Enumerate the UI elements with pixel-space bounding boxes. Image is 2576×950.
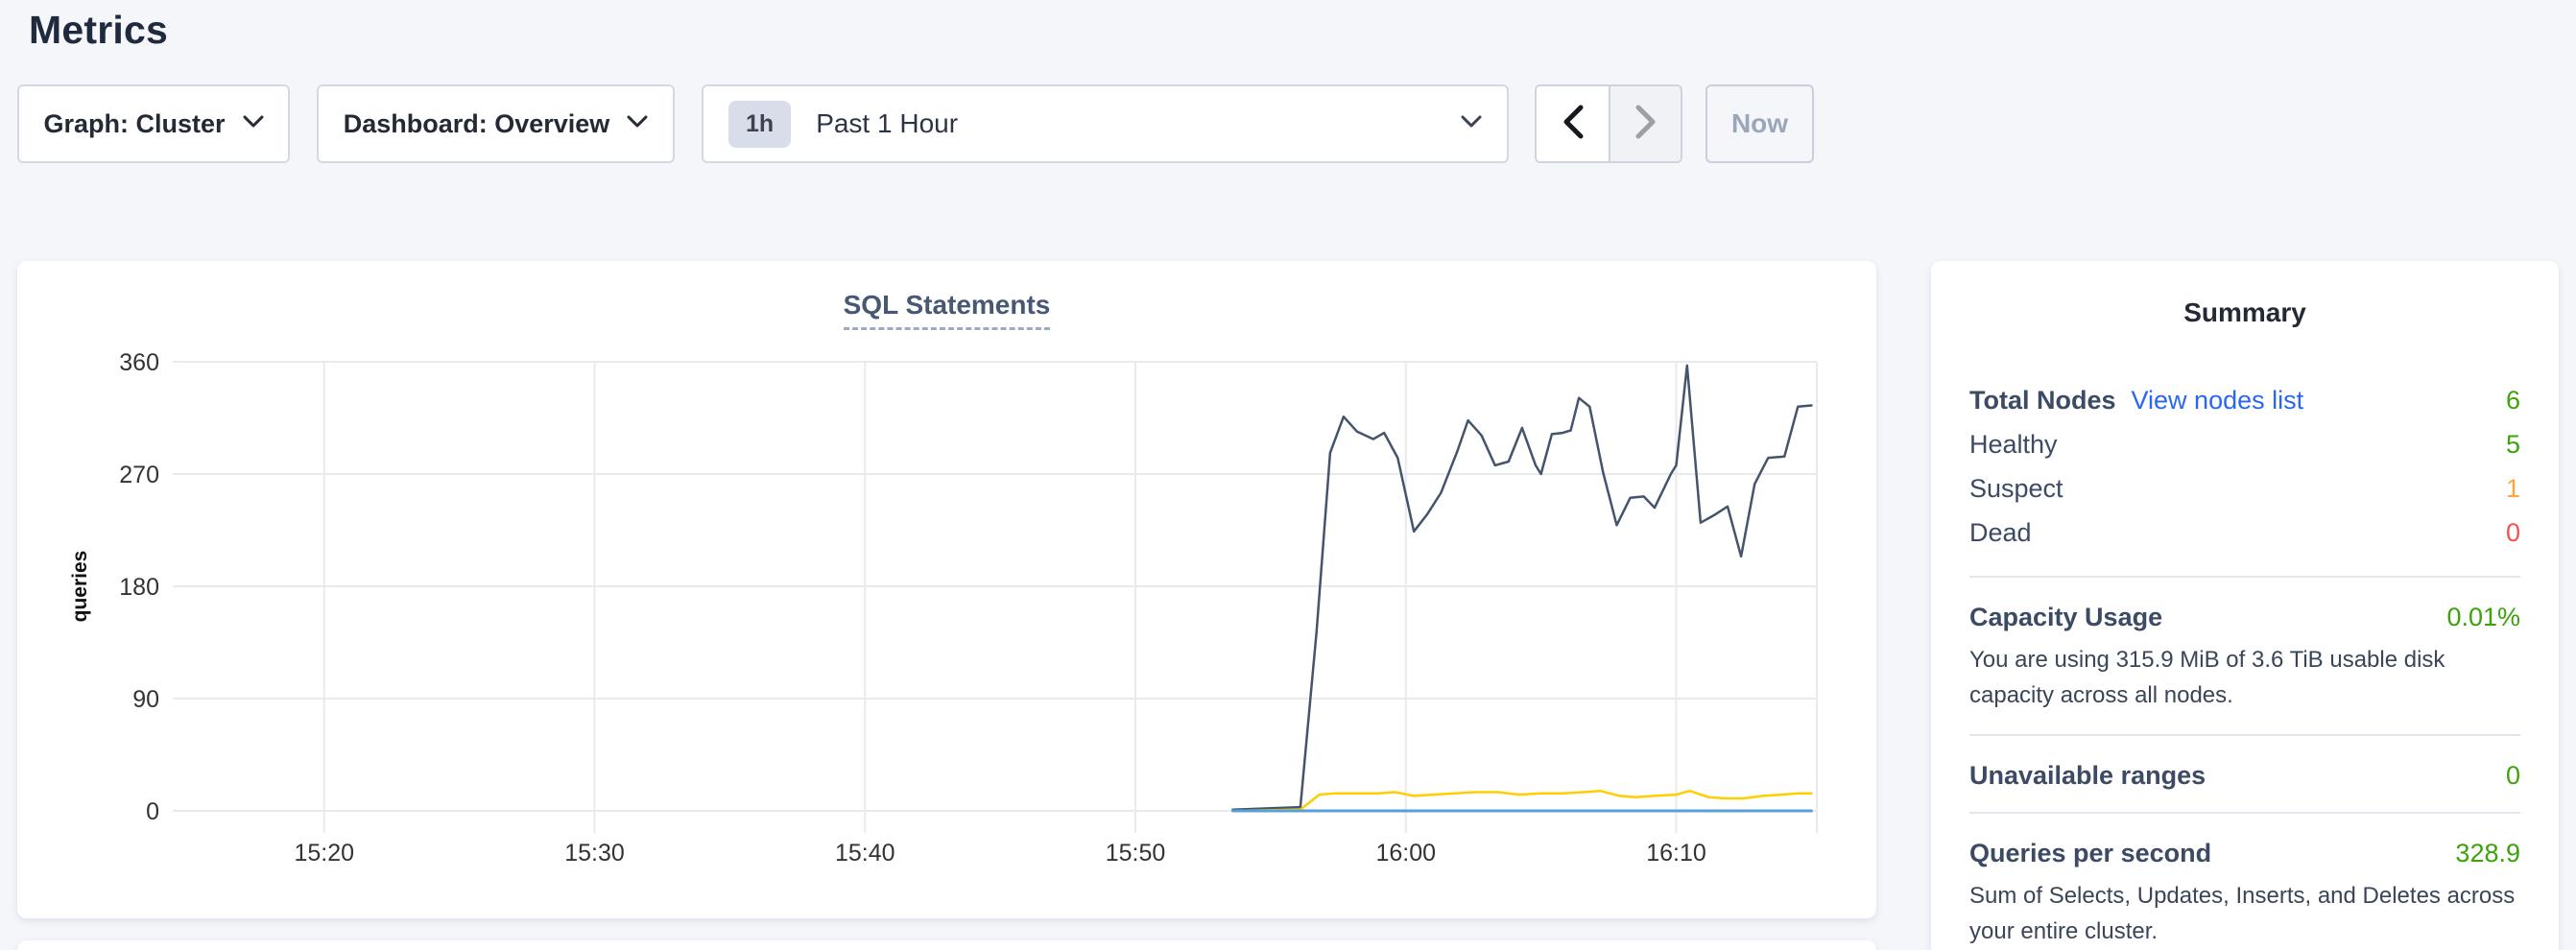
svg-text:180: 180 [119, 574, 159, 601]
graph-dropdown-label: Graph: Cluster [43, 109, 225, 139]
summary-panel: Summary Total Nodes View nodes list 6 He… [1931, 261, 2559, 950]
sql-statements-card: SQL Statements 09018027036015:2015:3015:… [17, 261, 1876, 918]
chevron-down-icon [627, 115, 648, 132]
capacity-usage-label: Capacity Usage [1969, 603, 2162, 632]
summary-title: Summary [1969, 297, 2520, 328]
dashboard-dropdown[interactable]: Dashboard: Overview [317, 84, 675, 163]
svg-text:15:40: 15:40 [835, 840, 895, 867]
sql-statements-chart[interactable]: 0 90 180 270 360 15:20 15:30 15:40 15:50 16:00 16:… [17, 261, 1876, 918]
divider [1969, 734, 2520, 736]
dashboard-dropdown-label: Dashboard: Overview [344, 109, 610, 139]
total-nodes-value: 6 [2506, 386, 2520, 416]
capacity-usage-description: You are using 315.9 MiB of 3.6 TiB usabl… [1969, 642, 2520, 713]
view-nodes-link[interactable]: View nodes list [2132, 386, 2304, 416]
time-range-selector[interactable]: 1h Past 1 Hour [702, 84, 1509, 163]
healthy-value: 5 [2506, 430, 2520, 460]
chevron-down-icon [1461, 115, 1482, 132]
dark-blue-series [1232, 366, 1811, 810]
chevron-left-icon [1562, 105, 1585, 144]
chevron-down-icon [243, 115, 264, 132]
healthy-nodes-row: Healthy 5 [1969, 422, 2520, 466]
svg-text:queries: queries [69, 551, 91, 623]
chevron-right-icon [1634, 105, 1658, 144]
node-status-rows: Total Nodes View nodes list 6 Healthy 5 … [1969, 378, 2520, 555]
divider [1969, 812, 2520, 814]
page-title: Metrics [29, 8, 168, 53]
svg-text:16:10: 16:10 [1646, 840, 1706, 867]
capacity-usage-value: 0.01% [2446, 603, 2520, 632]
now-button[interactable]: Now [1705, 84, 1814, 163]
unavailable-ranges-value: 0 [2506, 761, 2520, 791]
suspect-label: Suspect [1969, 474, 2063, 504]
svg-text:15:20: 15:20 [294, 840, 354, 867]
time-window-pager [1535, 84, 1682, 163]
svg-text:15:50: 15:50 [1106, 840, 1166, 867]
metrics-page: Metrics Graph: Cluster Dashboard: Overvi… [0, 0, 2576, 950]
queries-per-second-section: Queries per second 328.9 Sum of Selects,… [1969, 839, 2520, 949]
capacity-usage-section: Capacity Usage 0.01% You are using 315.9… [1969, 603, 2520, 713]
svg-text:360: 360 [119, 349, 159, 376]
queries-per-second-label: Queries per second [1969, 839, 2211, 868]
dead-value: 0 [2506, 518, 2520, 548]
dead-label: Dead [1969, 518, 2032, 548]
time-forward-button[interactable] [1609, 86, 1681, 161]
graph-dropdown[interactable]: Graph: Cluster [17, 84, 290, 163]
toolbar: Graph: Cluster Dashboard: Overview 1h Pa… [0, 84, 2576, 163]
svg-text:270: 270 [119, 462, 159, 488]
time-range-label: Past 1 Hour [816, 108, 958, 139]
yellow-series [1232, 791, 1811, 811]
time-range-badge: 1h [728, 101, 791, 148]
suspect-value: 1 [2506, 474, 2520, 504]
unavailable-ranges-section: Unavailable ranges 0 [1969, 761, 2520, 791]
svg-text:90: 90 [132, 686, 159, 713]
svg-text:0: 0 [146, 798, 159, 825]
unavailable-ranges-label: Unavailable ranges [1969, 761, 2206, 791]
healthy-label: Healthy [1969, 430, 2058, 460]
svg-text:15:30: 15:30 [564, 840, 625, 867]
next-chart-card [17, 940, 1876, 950]
time-backward-button[interactable] [1537, 86, 1609, 161]
total-nodes-label: Total Nodes [1969, 386, 2116, 416]
queries-per-second-description: Sum of Selects, Updates, Inserts, and De… [1969, 878, 2520, 949]
dead-nodes-row: Dead 0 [1969, 511, 2520, 555]
divider [1969, 576, 2520, 578]
svg-text:16:00: 16:00 [1375, 840, 1436, 867]
total-nodes-row: Total Nodes View nodes list 6 [1969, 378, 2520, 422]
queries-per-second-value: 328.9 [2455, 839, 2520, 868]
suspect-nodes-row: Suspect 1 [1969, 466, 2520, 511]
